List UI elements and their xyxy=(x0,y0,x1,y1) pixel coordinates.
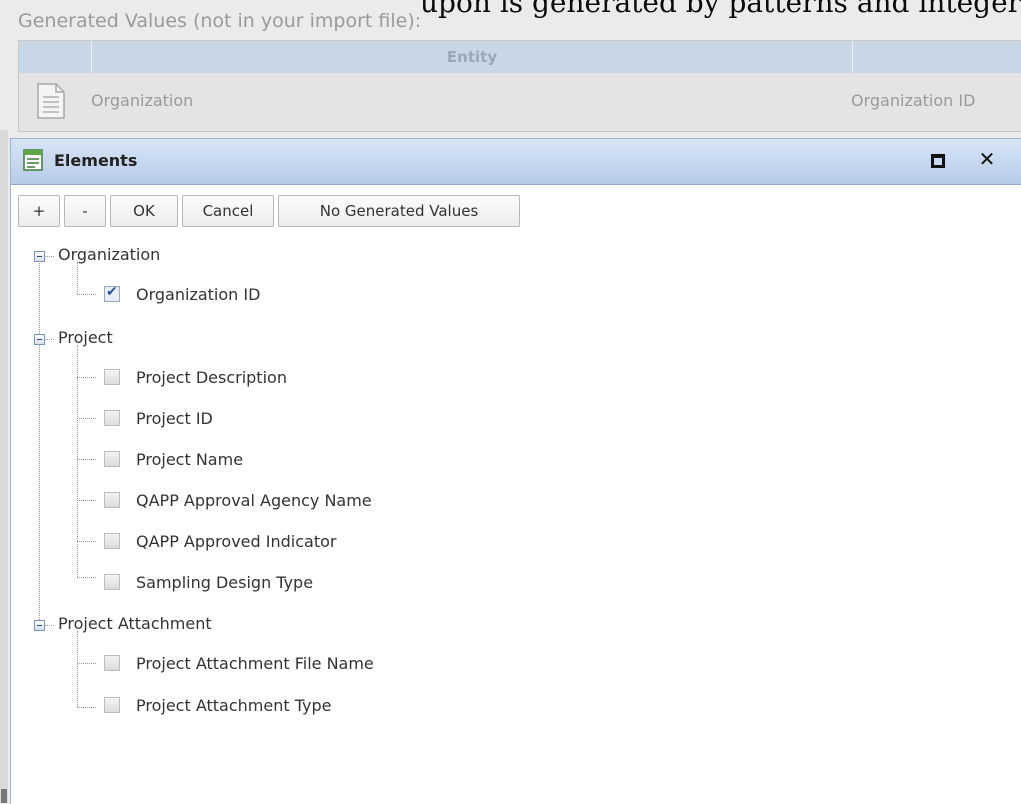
tree-branch-line xyxy=(77,577,96,578)
tree-leaf-qapp-approval-agency-name[interactable]: QAPP Approval Agency Name xyxy=(136,491,372,510)
elements-dialog: Elements ✕ + - OK Cancel No Generated Va… xyxy=(10,138,1021,804)
tree-leaf-sampling-design-type[interactable]: Sampling Design Type xyxy=(136,573,313,592)
generated-values-heading: Generated Values (not in your import fil… xyxy=(18,10,422,32)
page-scrollbar[interactable] xyxy=(0,130,8,803)
organization-id-checkbox[interactable] xyxy=(104,284,120,302)
project-id-checkbox[interactable] xyxy=(104,410,120,426)
document-icon xyxy=(37,83,65,119)
tree-leaf-project-name[interactable]: Project Name xyxy=(136,450,243,469)
tree-leaf-qapp-approved-indicator[interactable]: QAPP Approved Indicator xyxy=(136,532,336,551)
table-cell-id: Organization ID xyxy=(851,91,976,110)
qapp-approved-indicator-checkbox[interactable] xyxy=(104,533,120,549)
project-description-checkbox[interactable] xyxy=(104,369,120,385)
tree-branch-line xyxy=(77,294,96,295)
dialog-title: Elements xyxy=(54,151,138,170)
tree-leaf-project-description[interactable]: Project Description xyxy=(136,368,287,387)
table-row: Organization Organization ID xyxy=(19,74,1021,130)
dialog-titlebar[interactable]: Elements ✕ xyxy=(11,139,1021,185)
tree-branch-line xyxy=(77,459,96,460)
tree-branch-line xyxy=(77,631,78,707)
close-button[interactable]: ✕ xyxy=(976,147,998,171)
table-header-icon-column xyxy=(19,41,92,73)
maximize-icon xyxy=(931,154,945,168)
collapse-organization-icon[interactable] xyxy=(34,251,45,262)
cancel-button[interactable]: Cancel xyxy=(182,195,274,227)
tree-branch-line xyxy=(45,256,54,257)
maximize-button[interactable] xyxy=(931,153,945,168)
collapse-project-icon[interactable] xyxy=(34,334,45,345)
tree-branch-line xyxy=(77,707,96,708)
tree-branch-line xyxy=(45,339,54,340)
project-attachment-type-checkbox[interactable] xyxy=(104,697,120,713)
sampling-design-type-checkbox[interactable] xyxy=(104,574,120,590)
page-body-text: upon is generated by patterns and intege… xyxy=(420,0,1021,19)
expand-all-button[interactable]: + xyxy=(18,195,60,227)
tree-leaf-project-id[interactable]: Project ID xyxy=(136,409,213,428)
project-attachment-file-name-checkbox[interactable] xyxy=(104,655,120,671)
collapse-all-button[interactable]: - xyxy=(64,195,106,227)
project-name-checkbox[interactable] xyxy=(104,451,120,467)
table-header-entity[interactable]: Entity xyxy=(92,41,853,73)
form-icon xyxy=(23,149,43,171)
ok-button[interactable]: OK xyxy=(110,195,178,227)
tree-branch-line xyxy=(77,500,96,501)
elements-tree: Organization Organization ID Project Pro… xyxy=(11,231,1021,804)
tree-branch-line xyxy=(77,541,96,542)
tree-node-project-attachment[interactable]: Project Attachment xyxy=(58,614,212,633)
tree-branch-line xyxy=(77,262,78,294)
tree-branch-line xyxy=(77,377,96,378)
tree-branch-line xyxy=(45,625,54,626)
collapse-project-attachment-icon[interactable] xyxy=(34,620,45,631)
tree-leaf-project-attachment-file-name[interactable]: Project Attachment File Name xyxy=(136,654,374,673)
scrollbar-thumb[interactable] xyxy=(1,789,7,803)
no-generated-values-button[interactable]: No Generated Values xyxy=(278,195,520,227)
tree-leaf-organization-id[interactable]: Organization ID xyxy=(136,285,260,304)
tree-leaf-project-attachment-type[interactable]: Project Attachment Type xyxy=(136,696,331,715)
table-cell-entity: Organization xyxy=(91,91,194,110)
tree-node-organization[interactable]: Organization xyxy=(58,245,160,264)
tree-branch-line xyxy=(77,345,78,577)
tree-branch-line xyxy=(77,663,96,664)
close-icon: ✕ xyxy=(978,147,996,171)
tree-branch-line xyxy=(77,418,96,419)
generated-values-table: Entity Organization Organization ID xyxy=(18,40,1021,132)
tree-root-line xyxy=(39,256,40,626)
qapp-approval-agency-name-checkbox[interactable] xyxy=(104,492,120,508)
table-header: Entity xyxy=(19,41,1021,73)
tree-node-project[interactable]: Project xyxy=(58,328,113,347)
